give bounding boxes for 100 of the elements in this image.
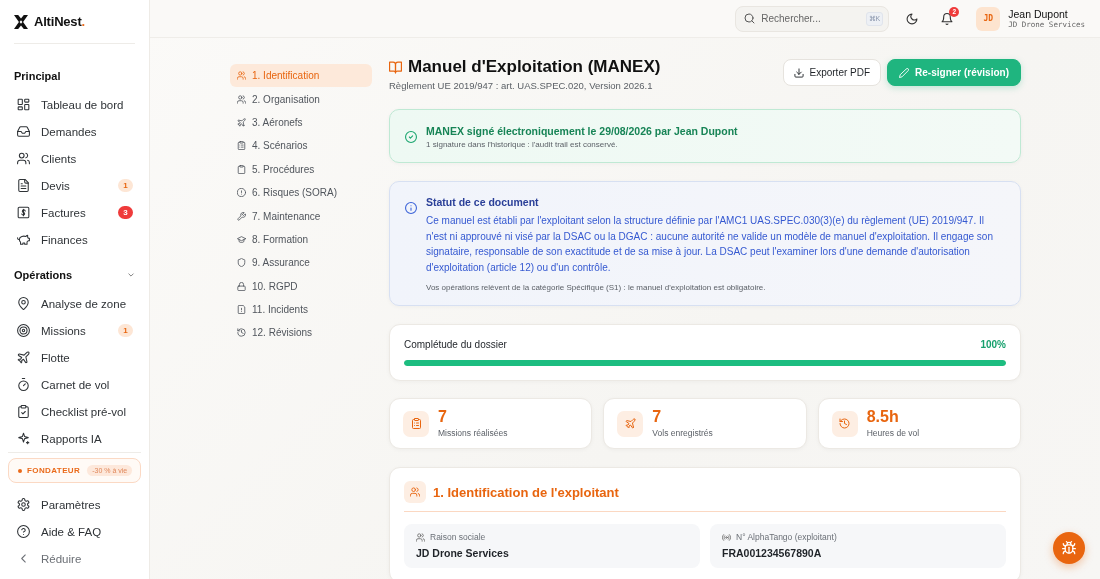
field-value: FRA001234567890A: [722, 547, 823, 560]
export-button[interactable]: Exporter PDF: [782, 59, 882, 86]
sidebar-item[interactable]: Aide & FAQ: [8, 518, 141, 545]
plane-icon: [17, 351, 30, 364]
section-heading: 1. Identification de l'exploitant: [433, 484, 619, 500]
users-icon: [416, 532, 425, 542]
sidebar-item[interactable]: Rapports IA: [8, 425, 141, 452]
logo-icon: [14, 14, 28, 29]
stat-value: 8.5h: [866, 408, 900, 427]
download-icon: [793, 67, 804, 78]
history-icon: [831, 410, 858, 437]
section-title: Principal: [14, 70, 61, 82]
sidebar-item[interactable]: Paramètres: [8, 491, 141, 518]
page-title: Manuel d'Exploitation (MANEX): [408, 57, 661, 77]
dollar-icon: [17, 206, 30, 219]
notice-note: Vos opérations relèvent de la catégorie Spécifique (S1) : le manuel d'exploitation est obligatoire.: [426, 282, 767, 294]
stat-label: Vols enregistrés: [652, 428, 713, 440]
clipboard-icon: [237, 141, 246, 151]
chapter-link[interactable]: 9. Assurance: [230, 251, 372, 275]
sidebar-item[interactable]: Flotte: [8, 344, 141, 371]
sparkle-icon: [17, 432, 30, 445]
chapter-link[interactable]: 6. Risques (SORA): [230, 180, 372, 205]
info-icon: [405, 202, 417, 214]
completeness-percent: 100%: [980, 338, 1006, 353]
lock-icon: [237, 281, 246, 291]
section-title: Opérations: [14, 269, 73, 281]
dashboard-icon: [17, 98, 30, 111]
plane-icon: [237, 117, 246, 127]
signal-icon: [722, 532, 731, 542]
notice-title: Statut de ce document: [426, 195, 540, 209]
pen-icon: [899, 67, 910, 78]
sidebar-item[interactable]: Devis 1: [8, 172, 141, 199]
user-name: Jean Dupont: [1008, 7, 1068, 20]
sidebar-item[interactable]: Tableau de bord: [8, 91, 141, 118]
notice-text: Ce manuel est établi par l'exploitant selon la structure définie par l'AMC1 UAS.SPEC.030(3)(e) du règlement (UE) 2019/947. Il n'est ni approuvé ni visé par la DSAC ou la DGAC : aucune autorité ne valide un modèle de manuel d'exploitation. Il engage son signataire, responsable de son exactitude et de sa mise à jour. La DSAC peut l'examiner lors d'une demande d'autorisation d'exploitation (article 12) ou d'un contrôle.: [426, 214, 994, 275]
wrench-icon: [237, 211, 246, 221]
count-badge: 1: [118, 179, 133, 192]
sidebar-item[interactable]: Checklist pré-vol: [8, 398, 141, 425]
chapter-link[interactable]: 2. Organisation: [230, 87, 372, 111]
help-icon: [17, 525, 30, 538]
promo-label: FONDATEUR: [27, 466, 81, 475]
document-icon: [17, 179, 30, 192]
chapter-link[interactable]: 5. Procédures: [230, 157, 372, 181]
logo-text: AltiNest.: [34, 14, 85, 29]
inbox-icon: [17, 125, 30, 138]
chapter-link[interactable]: 10. RGPD: [230, 274, 372, 298]
alert-icon: [237, 188, 246, 198]
chapter-link[interactable]: 11. Incidents: [230, 297, 372, 322]
book-icon: [389, 60, 402, 74]
sidebar-item[interactable]: Factures 3: [8, 199, 141, 226]
chevron-down-icon[interactable]: [127, 271, 135, 279]
clipboard-icon: [403, 410, 429, 437]
target-icon: [17, 324, 30, 337]
field-label: Raison sociale: [430, 532, 486, 543]
check-circle-icon: [405, 131, 417, 143]
graduation-cap-icon: [237, 234, 246, 244]
sidebar-item[interactable]: Carnet de vol: [8, 371, 141, 398]
moon-icon: [906, 12, 919, 25]
field-label: N° AlphaTango (exploitant): [736, 532, 837, 543]
completeness-label: Complétude du dossier: [404, 338, 507, 353]
sidebar-item[interactable]: Analyse de zone: [8, 290, 141, 317]
stat-label: Missions réalisées: [438, 428, 508, 440]
users-icon: [17, 152, 30, 165]
settings-icon: [17, 498, 30, 511]
stat-label: Heures de vol: [866, 428, 920, 440]
bug-icon: [1062, 541, 1076, 555]
sidebar-item[interactable]: Finances: [8, 226, 141, 253]
chapter-link[interactable]: 4. Scénarios: [230, 134, 372, 158]
users-icon: [404, 481, 426, 504]
clipboard-icon: [237, 164, 246, 174]
stat-value: 7: [438, 408, 448, 427]
chapter-link[interactable]: 7. Maintenance: [230, 204, 372, 228]
chapter-link[interactable]: 8. Formation: [230, 227, 372, 252]
field-value: JD Drone Services: [416, 547, 510, 560]
bell-icon: [941, 12, 954, 25]
search-icon: [744, 13, 756, 24]
plane-icon: [617, 410, 644, 437]
banner-note: 1 signature dans l'historique : l'audit trail est conservé.: [426, 139, 619, 150]
sidebar-item[interactable]: Réduire: [8, 545, 141, 572]
map-pin-icon: [17, 297, 30, 310]
sidebar-item[interactable]: Clients: [8, 145, 141, 172]
search-input[interactable]: Rechercher...: [761, 9, 860, 28]
document-icon: [237, 305, 246, 315]
timer-icon: [17, 378, 30, 391]
users-icon: [237, 94, 246, 104]
page-subtitle: Règlement UE 2019/947 : art. UAS.SPEC.020, Version 2026.1: [389, 80, 654, 92]
dot-icon: [18, 468, 22, 473]
chapter-link[interactable]: 12. Révisions: [230, 321, 372, 345]
piggy-bank-icon: [17, 233, 30, 246]
count-badge: 3: [118, 206, 133, 219]
clipboard-check-icon: [17, 405, 30, 418]
banner-title: MANEX signé électroniquement le 29/08/2026 par Jean Dupont: [426, 124, 738, 138]
sidebar-item[interactable]: Demandes: [8, 118, 141, 145]
users-icon: [237, 71, 246, 81]
sidebar-item[interactable]: Missions 1: [8, 317, 141, 344]
count-badge: 1: [118, 324, 133, 337]
stat-value: 7: [652, 408, 663, 427]
shield-icon: [237, 258, 246, 268]
chapter-link[interactable]: 3. Aéronefs: [230, 110, 372, 135]
history-icon: [237, 328, 246, 338]
